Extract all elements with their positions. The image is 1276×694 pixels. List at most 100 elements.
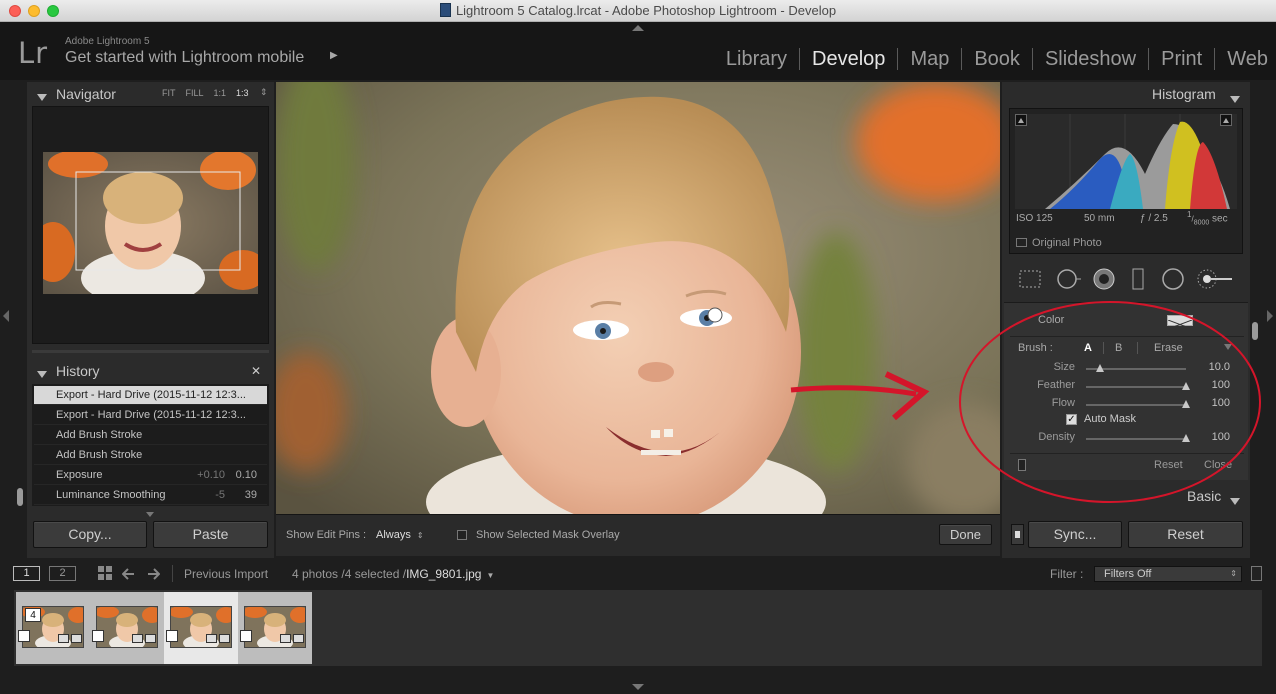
- secondary-window-button[interactable]: 2: [49, 566, 76, 581]
- history-item[interactable]: Add Brush Stroke: [34, 446, 267, 465]
- edit-pins-select[interactable]: Always ⇕: [376, 529, 424, 541]
- history-item-label: Add Brush Stroke: [56, 429, 143, 441]
- sync-button[interactable]: Sync...: [1028, 521, 1122, 548]
- zoom-option-1-1[interactable]: 1:1: [214, 88, 227, 98]
- history-item-label: Luminance Smoothing: [56, 489, 166, 501]
- forward-arrow-icon[interactable]: [146, 567, 161, 585]
- histogram-collapse-icon[interactable]: [1230, 90, 1240, 108]
- original-photo-label: Original Photo: [1032, 237, 1102, 249]
- stack-count-badge: 4: [25, 608, 41, 622]
- history-item-label: Export - Hard Drive (2015-11-12 12:3...: [56, 389, 246, 401]
- crop-badge-icon: [58, 634, 69, 643]
- source-label[interactable]: Previous Import: [184, 567, 268, 581]
- catalog-file-icon: [439, 3, 451, 17]
- mask-overlay-checkbox[interactable]: [457, 530, 467, 540]
- history-collapse-icon[interactable]: [37, 365, 47, 383]
- module-picker: Library Develop Map Book Slideshow Print Web: [714, 46, 1276, 72]
- history-item[interactable]: Add Brush Stroke: [34, 426, 267, 445]
- zoom-option-fill[interactable]: FILL: [186, 88, 204, 98]
- navigator-thumbnail[interactable]: [43, 152, 258, 294]
- filter-select[interactable]: Filters Off ⇕: [1094, 566, 1242, 582]
- filmstrip-thumbnail[interactable]: [164, 592, 238, 664]
- left-panel-scrollbar[interactable]: [17, 488, 23, 506]
- spot-removal-icon[interactable]: [1055, 266, 1081, 292]
- current-filename[interactable]: IMG_9801.jpg: [406, 567, 481, 581]
- back-arrow-icon[interactable]: [121, 567, 136, 585]
- zoom-stepper-icon[interactable]: ⇕: [260, 87, 268, 98]
- filter-lock-icon[interactable]: [1251, 566, 1262, 581]
- crop-badge-icon: [132, 634, 143, 643]
- select-arrows-icon: ⇕: [1230, 569, 1237, 578]
- product-name: Adobe Lightroom 5: [65, 36, 150, 47]
- module-map[interactable]: Map: [898, 48, 963, 70]
- tagline-play-icon[interactable]: ▶: [330, 50, 338, 61]
- show-edit-pins-label: Show Edit Pins :: [286, 529, 367, 541]
- window-title: Lightroom 5 Catalog.lrcat - Adobe Photos…: [0, 0, 1276, 22]
- navigator-title: Navigator: [56, 86, 116, 102]
- history-item-label: Export - Hard Drive (2015-11-12 12:3...: [56, 409, 246, 421]
- paste-button[interactable]: Paste: [153, 521, 268, 548]
- history-item[interactable]: Export - Hard Drive (2015-11-12 12:3...: [34, 406, 267, 425]
- copy-button[interactable]: Copy...: [33, 521, 147, 548]
- filmstrip-thumbnail[interactable]: [238, 592, 312, 664]
- filmstrip-thumbnail[interactable]: [16, 592, 90, 664]
- history-item-delta: -5: [215, 489, 225, 501]
- aperture-value: ƒ / 2.5: [1140, 213, 1168, 224]
- annotation-ellipse: [959, 301, 1261, 503]
- collapse-left-panel-icon[interactable]: [3, 310, 9, 322]
- highlight-clipping-icon[interactable]: [1220, 114, 1232, 126]
- filmstrip-thumbnail[interactable]: [90, 592, 164, 664]
- history-item[interactable]: Export - Hard Drive (2015-11-12 12:3...: [34, 386, 267, 405]
- reset-button[interactable]: Reset: [1128, 521, 1243, 548]
- navigator-zoom-options: FIT FILL 1:1 1:3: [162, 88, 249, 98]
- history-title: History: [56, 363, 100, 379]
- lightroom-logo: Lr: [18, 36, 49, 70]
- clear-history-icon[interactable]: ✕: [251, 364, 261, 378]
- module-library[interactable]: Library: [714, 48, 801, 70]
- history-item-delta: +0.10: [197, 469, 225, 481]
- select-arrows-icon: ⇕: [416, 531, 424, 540]
- mask-overlay-label: Show Selected Mask Overlay: [476, 529, 620, 541]
- history-resize-icon[interactable]: [146, 512, 154, 517]
- adjusted-badge-icon: [293, 634, 304, 643]
- collapse-top-panel-icon[interactable]: [632, 25, 644, 31]
- crop-badge-icon: [280, 634, 291, 643]
- crop-overlay-icon[interactable]: [1017, 266, 1043, 292]
- history-item[interactable]: Exposure +0.10 0.10: [34, 466, 267, 485]
- histogram-title: Histogram: [1152, 86, 1216, 102]
- history-item-label: Add Brush Stroke: [56, 449, 143, 461]
- zoom-option-1-3[interactable]: 1:3: [236, 88, 249, 98]
- module-develop[interactable]: Develop: [800, 48, 899, 70]
- module-slideshow[interactable]: Slideshow: [1033, 48, 1150, 70]
- graduated-filter-icon[interactable]: [1125, 266, 1151, 292]
- crop-badge-icon: [206, 634, 217, 643]
- red-eye-icon[interactable]: [1091, 266, 1117, 292]
- collapse-filmstrip-icon[interactable]: [632, 684, 644, 690]
- module-web[interactable]: Web: [1215, 48, 1276, 70]
- panel-divider: [32, 350, 269, 353]
- identity-tagline[interactable]: Get started with Lightroom mobile: [65, 49, 304, 67]
- radial-filter-icon[interactable]: [1160, 266, 1186, 292]
- adjusted-badge-icon: [71, 634, 82, 643]
- history-item[interactable]: Luminance Smoothing -5 39: [34, 486, 267, 505]
- main-photo[interactable]: [276, 82, 1000, 514]
- main-window-button[interactable]: 1: [13, 566, 40, 581]
- adjustment-brush-icon[interactable]: [1196, 266, 1232, 292]
- auto-sync-switch[interactable]: [1011, 524, 1024, 545]
- module-book[interactable]: Book: [962, 48, 1033, 70]
- done-button[interactable]: Done: [939, 524, 992, 545]
- shadow-clipping-icon[interactable]: [1015, 114, 1027, 126]
- zoom-option-fit[interactable]: FIT: [162, 88, 176, 98]
- original-photo-icon: [1016, 238, 1027, 247]
- module-print[interactable]: Print: [1149, 48, 1216, 70]
- thumbnail-corner-icon: [240, 630, 252, 642]
- filename-dropdown-icon[interactable]: ▼: [486, 571, 494, 580]
- adjusted-badge-icon: [145, 634, 156, 643]
- history-item-value: 0.10: [235, 469, 257, 481]
- grid-view-icon[interactable]: [98, 566, 112, 585]
- navigator-collapse-icon[interactable]: [37, 88, 47, 106]
- thumbnail-corner-icon: [92, 630, 104, 642]
- adjusted-badge-icon: [219, 634, 230, 643]
- title-bar: Lightroom 5 Catalog.lrcat - Adobe Photos…: [0, 0, 1276, 22]
- lightroom-window: Lightroom 5 Catalog.lrcat - Adobe Photos…: [0, 0, 1276, 694]
